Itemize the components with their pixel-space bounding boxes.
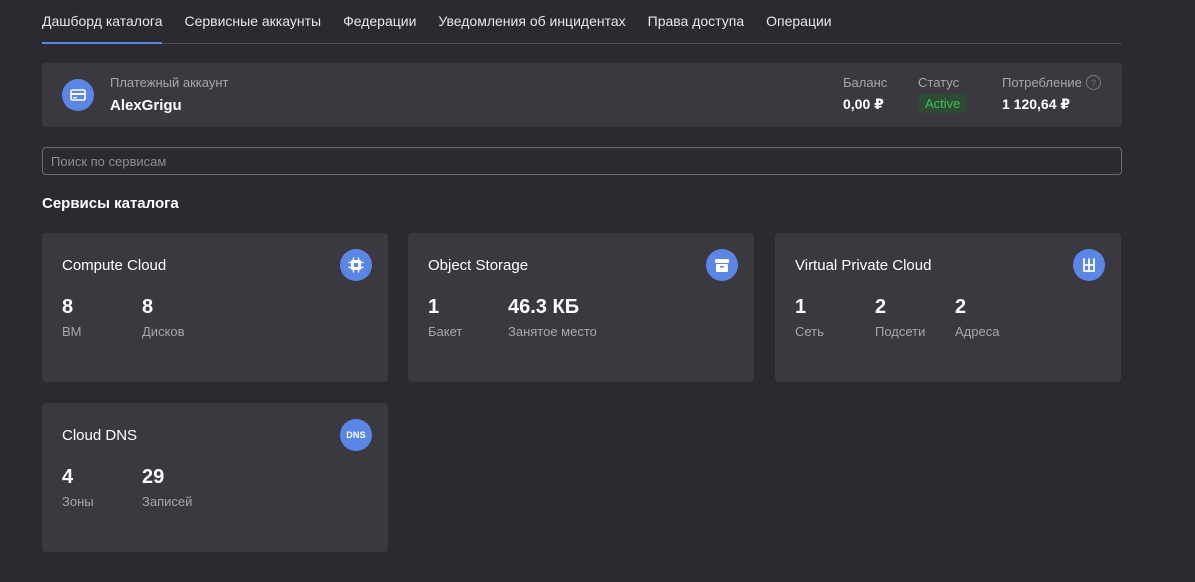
service-title: Cloud DNS [62, 427, 138, 444]
consumption-label-row: Потребление ? [1002, 75, 1101, 90]
metric-label: Сеть [795, 324, 824, 339]
metric-value: 8 [62, 296, 74, 318]
metric-networks: 1 Сеть [795, 296, 824, 339]
metric-label: Зоны [62, 494, 94, 509]
metric-disks: 8 Дисков [142, 296, 185, 339]
metric-value: 46.3 КБ [508, 296, 580, 318]
metric-addresses: 2 Адреса [955, 296, 999, 339]
service-card-compute-cloud[interactable]: Compute Cloud 8 ВМ 8 Дисков [42, 233, 388, 382]
metric-value: 1 [795, 296, 807, 318]
metric-label: Занятое место [508, 324, 597, 339]
balance-value: 0,00 ₽ [843, 96, 884, 112]
service-card-object-storage[interactable]: Object Storage 1 Бакет 46.3 КБ Занятое м… [408, 233, 754, 382]
metric-value: 8 [142, 296, 154, 318]
status-block: Статус Active [918, 75, 968, 113]
tab-access-rights[interactable]: Права доступа [648, 13, 744, 43]
help-icon[interactable]: ? [1085, 75, 1101, 90]
storage-box-icon [706, 249, 738, 281]
metric-subnets: 2 Подсети [875, 296, 925, 339]
metric-used-space: 46.3 КБ Занятое место [508, 296, 597, 339]
metric-label: Дисков [142, 324, 185, 339]
billing-account-card[interactable]: Платежный аккаунт AlexGrigu Баланс 0,00 … [42, 63, 1122, 127]
metric-vms: 8 ВМ [62, 296, 82, 339]
metric-value: 2 [955, 296, 967, 318]
status-badge: Active [918, 94, 968, 113]
service-card-cloud-dns[interactable]: Cloud DNS DNS 4 Зоны 29 Записей [42, 403, 388, 552]
chip-icon [340, 249, 372, 281]
tab-federations[interactable]: Федерации [343, 13, 416, 43]
section-title: Сервисы каталога [42, 195, 179, 212]
service-card-virtual-private-cloud[interactable]: Virtual Private Cloud 1 Сеть 2 Подсети 2… [775, 233, 1121, 382]
metric-records: 29 Записей [142, 466, 192, 509]
search-input[interactable] [42, 147, 1122, 175]
metric-label: Подсети [875, 324, 926, 339]
status-label: Статус [918, 75, 960, 90]
metric-value: 29 [142, 466, 165, 488]
metric-zones: 4 Зоны [62, 466, 94, 509]
tab-bar: Дашборд каталога Сервисные аккаунты Феде… [42, 0, 1122, 44]
metric-value: 1 [428, 296, 440, 318]
tab-incident-notifications[interactable]: Уведомления об инцидентах [438, 13, 625, 43]
billing-account-label: Платежный аккаунт [110, 75, 229, 90]
tab-operations[interactable]: Операции [766, 13, 832, 43]
balance-label: Баланс [843, 75, 888, 90]
balance-block: Баланс 0,00 ₽ [843, 75, 887, 113]
metric-buckets: 1 Бакет [428, 296, 462, 339]
tab-catalog-dashboard[interactable]: Дашборд каталога [42, 13, 163, 44]
metric-label: ВМ [62, 324, 82, 339]
dns-icon: DNS [340, 419, 372, 451]
metric-label: Бакет [428, 324, 463, 339]
credit-card-icon [62, 79, 94, 111]
metric-label: Адреса [955, 324, 1000, 339]
billing-account-name[interactable]: AlexGrigu [110, 97, 182, 114]
dns-icon-text: DNS [346, 430, 366, 440]
consumption-label: Потребление [1002, 75, 1082, 90]
service-title: Object Storage [428, 257, 529, 274]
service-title: Compute Cloud [62, 257, 167, 274]
consumption-block: Потребление ? 1 120,64 ₽ [1002, 75, 1101, 113]
tab-service-accounts[interactable]: Сервисные аккаунты [184, 13, 321, 43]
service-title: Virtual Private Cloud [795, 257, 932, 274]
metric-label: Записей [142, 494, 193, 509]
network-icon [1073, 249, 1105, 281]
consumption-value: 1 120,64 ₽ [1002, 96, 1071, 112]
metric-value: 2 [875, 296, 887, 318]
metric-value: 4 [62, 466, 74, 488]
